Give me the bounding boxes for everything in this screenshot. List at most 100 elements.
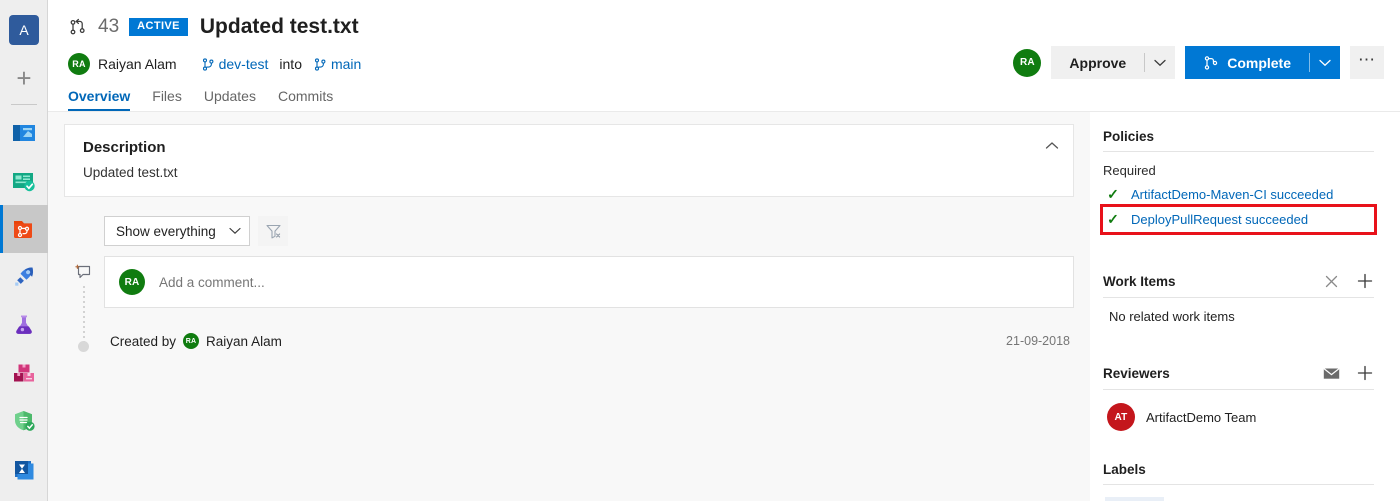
labels-section: Labels Add label — [1103, 461, 1374, 501]
add-label-input[interactable]: Add label — [1105, 497, 1165, 501]
tab-overview[interactable]: Overview — [68, 84, 131, 111]
merge-icon — [1203, 55, 1219, 71]
policies-required-label: Required — [1103, 163, 1156, 178]
plus-icon: + — [16, 63, 32, 93]
source-branch-link[interactable]: dev-test — [219, 56, 269, 72]
complete-button[interactable]: Complete — [1185, 46, 1309, 79]
show-everything-value: Show everything — [116, 223, 216, 239]
test-plans-board-icon — [11, 168, 37, 194]
approve-split-button: Approve — [1051, 46, 1176, 79]
branch-icon — [201, 57, 215, 72]
analytics-icon — [11, 456, 37, 482]
comment-input-placeholder[interactable]: Add a comment... — [159, 275, 265, 290]
test-flask-icon — [11, 312, 37, 338]
add-reviewer-icon[interactable] — [1356, 364, 1374, 382]
sidebar-item-test-plans-board[interactable] — [0, 157, 48, 205]
main-region: 43 ACTIVE Updated test.txt RA Raiyan Ala… — [48, 0, 1400, 501]
policy-label[interactable]: DeployPullRequest succeeded — [1131, 212, 1308, 227]
pull-request-body: Description Updated test.txt Show everyt… — [48, 111, 1400, 501]
target-branch-link[interactable]: main — [331, 56, 361, 72]
comment-avatar: RA — [119, 269, 145, 295]
clear-filter-button[interactable] — [258, 216, 288, 246]
complete-split-button: Complete — [1185, 46, 1340, 79]
pull-request-actions: RA Approve Complete ⋯ — [1013, 46, 1384, 79]
target-branch[interactable]: main — [313, 56, 361, 72]
global-nav-rail: A + — [0, 0, 48, 501]
tab-commits[interactable]: Commits — [278, 84, 333, 111]
policy-item-highlighted[interactable]: ✓ DeployPullRequest succeeded — [1100, 204, 1377, 235]
created-date: 21-09-2018 — [1006, 334, 1070, 348]
reviewers-section: Reviewers AT ArtifactDemo Team — [1103, 364, 1374, 431]
azure-pipelines-icon — [11, 264, 37, 290]
pull-request-icon — [68, 17, 88, 37]
reviewer-list-item[interactable]: AT ArtifactDemo Team — [1103, 390, 1374, 431]
reviewers-heading: Reviewers — [1103, 365, 1170, 381]
sidebar-item-pipelines[interactable] — [0, 253, 48, 301]
rail-divider — [10, 104, 37, 105]
reviewer-name: ArtifactDemo Team — [1146, 409, 1257, 425]
sidebar-item-artifacts[interactable] — [0, 349, 48, 397]
work-items-empty-text: No related work items — [1109, 309, 1235, 324]
collapse-description-button[interactable] — [1045, 141, 1059, 150]
show-everything-dropdown[interactable]: Show everything — [104, 216, 250, 246]
description-text: Updated test.txt — [83, 165, 178, 180]
pull-request-title-row: 43 ACTIVE Updated test.txt — [68, 10, 1380, 44]
complete-dropdown-button[interactable] — [1310, 46, 1340, 79]
policies-section: Policies Required ✓ ArtifactDemo-Maven-C… — [1100, 128, 1377, 235]
filter-clear-icon — [265, 223, 282, 240]
artifacts-icon — [11, 360, 37, 386]
sidebar-item-repos[interactable] — [0, 205, 48, 253]
work-items-actions — [1322, 272, 1374, 290]
mail-icon[interactable] — [1322, 364, 1340, 382]
sidebar-item-boards[interactable] — [0, 109, 48, 157]
description-heading: Description — [83, 139, 166, 156]
tab-updates[interactable]: Updates — [204, 84, 256, 111]
author-name: Raiyan Alam — [98, 56, 177, 72]
source-branch[interactable]: dev-test — [201, 56, 269, 72]
policy-item[interactable]: ✓ ArtifactDemo-Maven-CI succeeded — [1103, 183, 1374, 206]
check-icon: ✓ — [1107, 211, 1119, 227]
azure-repos-icon — [11, 216, 37, 242]
organization-avatar-button[interactable]: A — [0, 6, 48, 54]
chevron-down-icon — [1319, 59, 1331, 67]
work-items-heading: Work Items — [1103, 273, 1176, 289]
chevron-down-icon — [229, 227, 241, 235]
description-card: Description Updated test.txt — [64, 124, 1074, 197]
close-icon[interactable] — [1322, 272, 1340, 290]
policies-header: Policies — [1103, 128, 1374, 152]
thread-event-dot — [78, 341, 89, 352]
chevron-down-icon — [1154, 59, 1166, 67]
work-items-header: Work Items — [1103, 272, 1374, 298]
create-new-button[interactable]: + — [0, 54, 48, 102]
created-by-avatar: RA — [183, 333, 200, 349]
thread-content: RA Add a comment... Created by RA Raiyan… — [104, 256, 1074, 364]
approve-dropdown-button[interactable] — [1145, 46, 1175, 79]
add-comment-box[interactable]: RA Add a comment... — [104, 256, 1074, 308]
sidebar-item-analytics[interactable] — [0, 445, 48, 493]
complete-button-label: Complete — [1227, 54, 1291, 71]
organization-avatar: A — [9, 15, 39, 45]
more-actions-button[interactable]: ⋯ — [1350, 46, 1384, 79]
labels-heading: Labels — [1103, 461, 1146, 477]
policy-label[interactable]: ArtifactDemo-Maven-CI succeeded — [1131, 187, 1333, 202]
sidebar-item-test-plans[interactable] — [0, 301, 48, 349]
add-comment-icon[interactable] — [74, 262, 94, 282]
pull-request-side-panel: Policies Required ✓ ArtifactDemo-Maven-C… — [1090, 112, 1400, 501]
approve-button[interactable]: Approve — [1051, 46, 1144, 79]
work-items-section: Work Items No related work items — [1103, 272, 1374, 324]
check-icon: ✓ — [1107, 186, 1119, 202]
into-label: into — [279, 56, 302, 72]
status-badge: ACTIVE — [129, 18, 188, 36]
add-work-item-icon[interactable] — [1356, 272, 1374, 290]
reviewers-header: Reviewers — [1103, 364, 1374, 390]
overview-content: Description Updated test.txt Show everyt… — [48, 112, 1090, 501]
thread-rail — [64, 256, 104, 364]
sidebar-item-security[interactable] — [0, 397, 48, 445]
created-by-event: Created by RA Raiyan Alam 21-09-2018 — [104, 318, 1074, 364]
tab-files[interactable]: Files — [152, 84, 182, 111]
reviewer-avatar[interactable]: RA — [1013, 48, 1042, 77]
pull-request-tabs: Overview Files Updates Commits — [68, 82, 1380, 111]
author-avatar: RA — [68, 53, 90, 75]
